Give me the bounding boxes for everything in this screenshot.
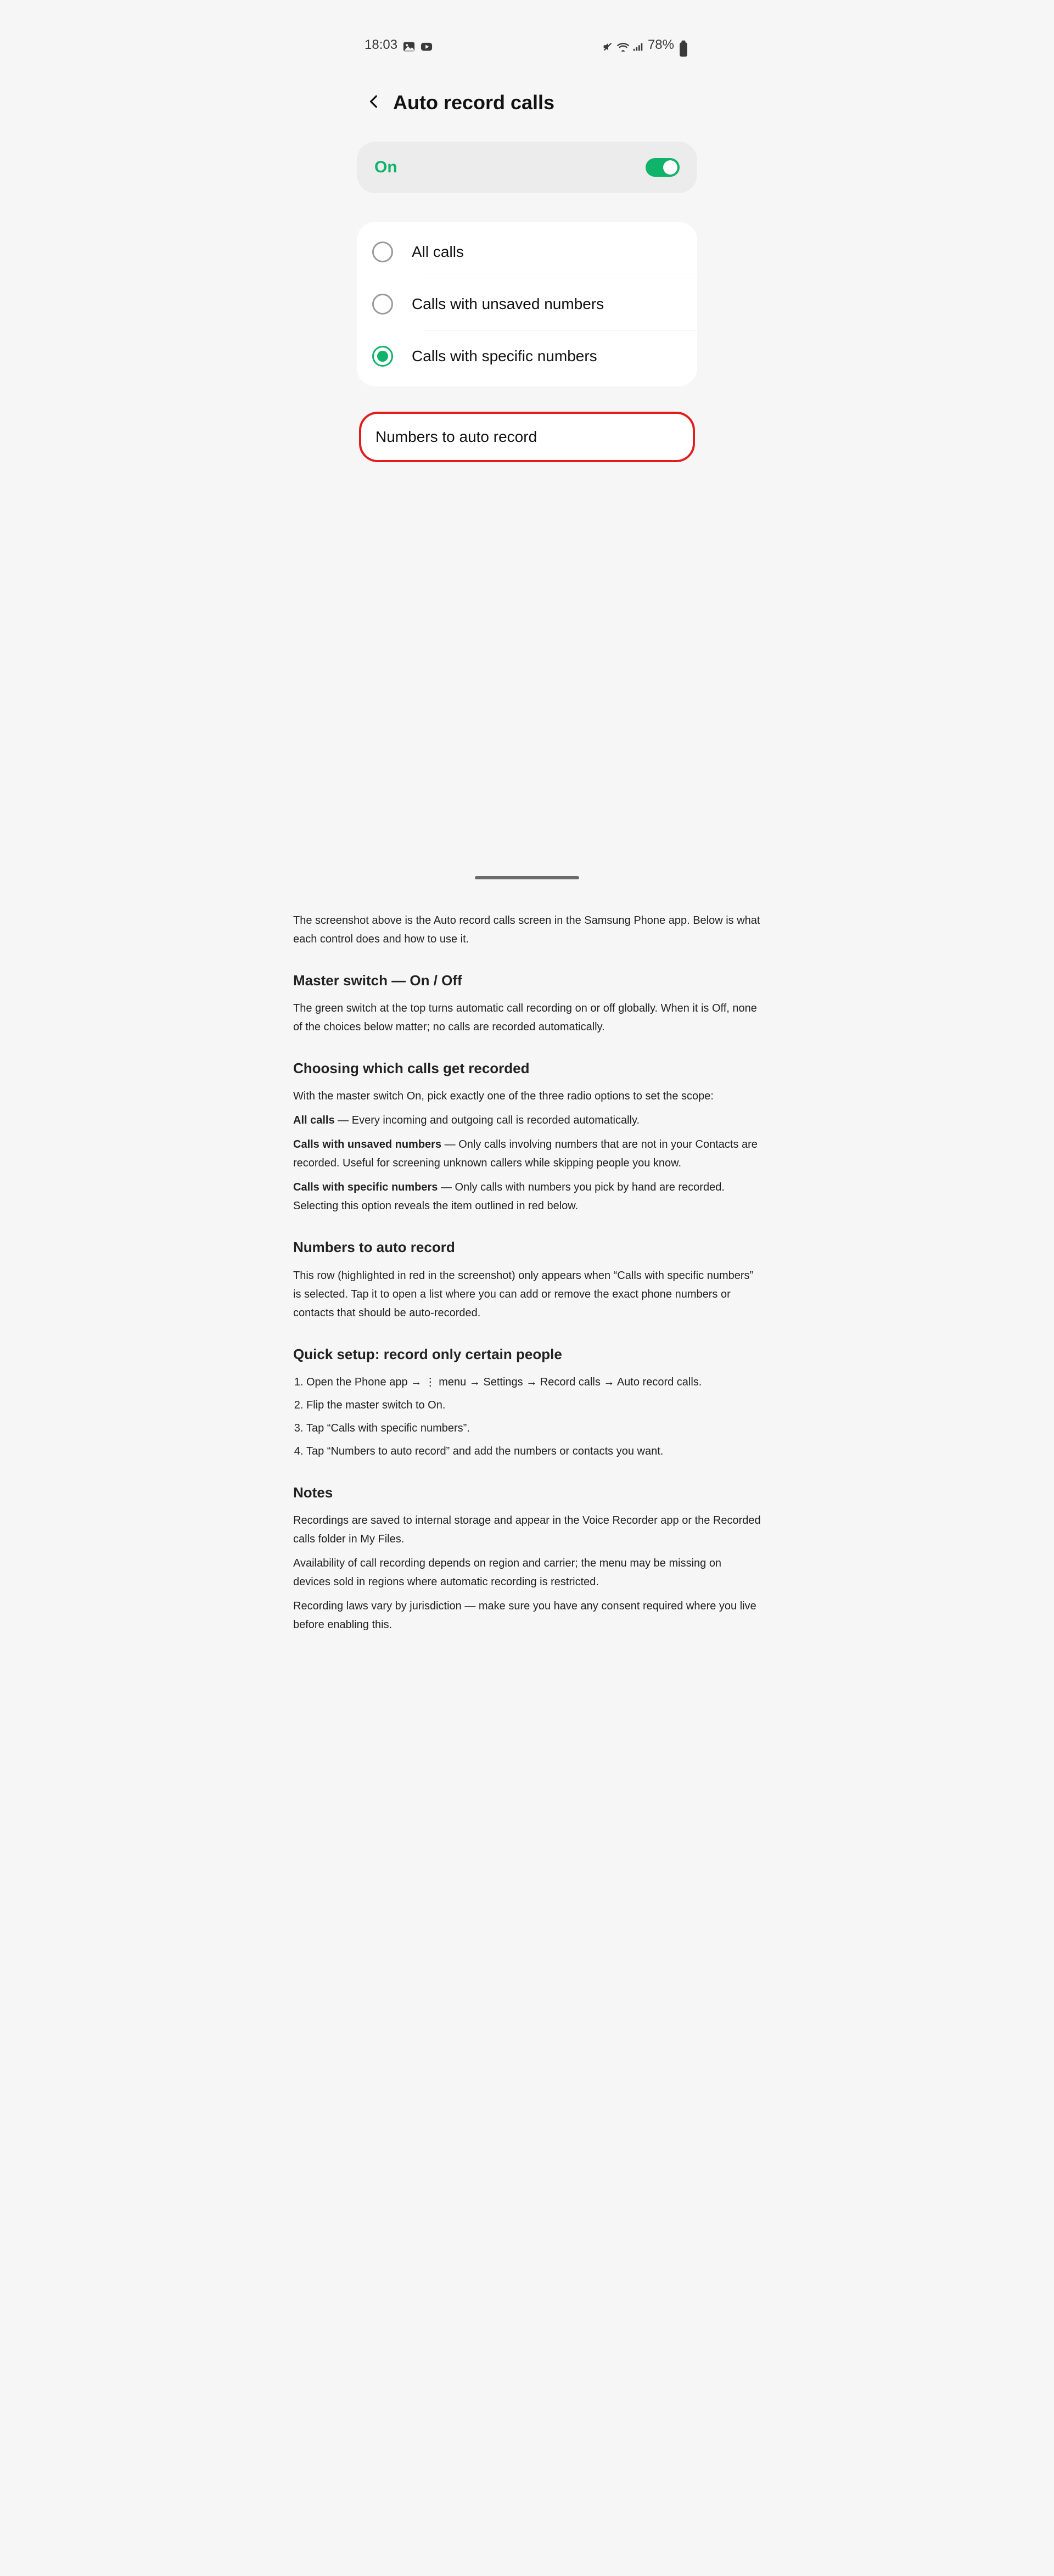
switch-knob: [663, 160, 678, 175]
opt-unsaved-title: Calls with unsaved numbers: [293, 1138, 441, 1150]
option-label: Calls with unsaved numbers: [412, 295, 604, 313]
para-opt-unsaved: Calls with unsaved numbers — Only calls …: [293, 1135, 761, 1172]
page-header: Auto record calls: [351, 58, 703, 142]
status-bar: 18:03 78%: [351, 27, 703, 58]
gesture-bar: [475, 876, 579, 879]
heading-master-switch: Master switch — On / Off: [293, 968, 761, 992]
step-2: Flip the master switch to On.: [306, 1396, 761, 1415]
picture-icon: [403, 40, 415, 50]
heading-notes: Notes: [293, 1480, 761, 1505]
note-legal: Recording laws vary by jurisdiction — ma…: [293, 1597, 761, 1634]
mute-icon: [602, 40, 614, 50]
para-scope: With the master switch On, pick exactly …: [293, 1087, 761, 1105]
opt-all-text: Every incoming and outgoing call is reco…: [352, 1114, 640, 1126]
option-label: All calls: [412, 243, 464, 261]
note-availability: Availability of call recording depends o…: [293, 1554, 761, 1591]
para-opt-all: All calls — Every incoming and outgoing …: [293, 1111, 761, 1130]
step-3: Tap “Calls with specific numbers”.: [306, 1419, 761, 1438]
para-master-switch: The green switch at the top turns automa…: [293, 999, 761, 1036]
para-opt-specific: Calls with specific numbers — Only calls…: [293, 1178, 761, 1215]
master-toggle-card[interactable]: On: [357, 142, 697, 193]
wifi-icon: [617, 40, 629, 50]
numbers-to-auto-record[interactable]: Numbers to auto record: [359, 412, 695, 462]
note-storage: Recordings are saved to internal storage…: [293, 1511, 761, 1548]
radio-icon: [372, 346, 393, 367]
opt-all-title: All calls: [293, 1114, 335, 1126]
master-toggle-label: On: [374, 158, 397, 177]
status-time: 18:03: [365, 37, 397, 53]
radio-icon: [372, 294, 393, 315]
heading-numbers-link: Numbers to auto record: [293, 1235, 761, 1259]
heading-scope: Choosing which calls get recorded: [293, 1056, 761, 1080]
battery-icon: [677, 40, 689, 50]
para-numbers-link: This row (highlighted in red in the scre…: [293, 1266, 761, 1322]
phone-frame: 18:03 78% Aut: [351, 27, 703, 884]
opt-specific-title: Calls with specific numbers: [293, 1181, 438, 1193]
article-intro: The screenshot above is the Auto record …: [293, 911, 761, 949]
page-title: Auto record calls: [393, 91, 554, 114]
master-toggle-switch[interactable]: [646, 158, 680, 177]
step-4: Tap “Numbers to auto record” and add the…: [306, 1442, 761, 1461]
battery-percent: 78%: [648, 37, 674, 53]
heading-steps: Quick setup: record only certain people: [293, 1342, 761, 1366]
step-1: Open the Phone app → ⋮ menu → Settings →…: [306, 1373, 761, 1391]
radio-icon: [372, 242, 393, 262]
article-body: The screenshot above is the Auto record …: [280, 911, 774, 1634]
option-label: Calls with specific numbers: [412, 347, 597, 365]
option-unsaved-numbers[interactable]: Calls with unsaved numbers: [357, 278, 697, 330]
option-specific-numbers[interactable]: Calls with specific numbers: [357, 330, 697, 382]
option-all-calls[interactable]: All calls: [357, 226, 697, 278]
signal-icon: [632, 40, 644, 50]
link-label: Numbers to auto record: [375, 428, 537, 445]
record-scope-options: All calls Calls with unsaved numbers Cal…: [357, 222, 697, 386]
youtube-icon: [421, 40, 433, 50]
back-icon[interactable]: [367, 94, 381, 111]
steps-list: Open the Phone app → ⋮ menu → Settings →…: [306, 1373, 761, 1461]
